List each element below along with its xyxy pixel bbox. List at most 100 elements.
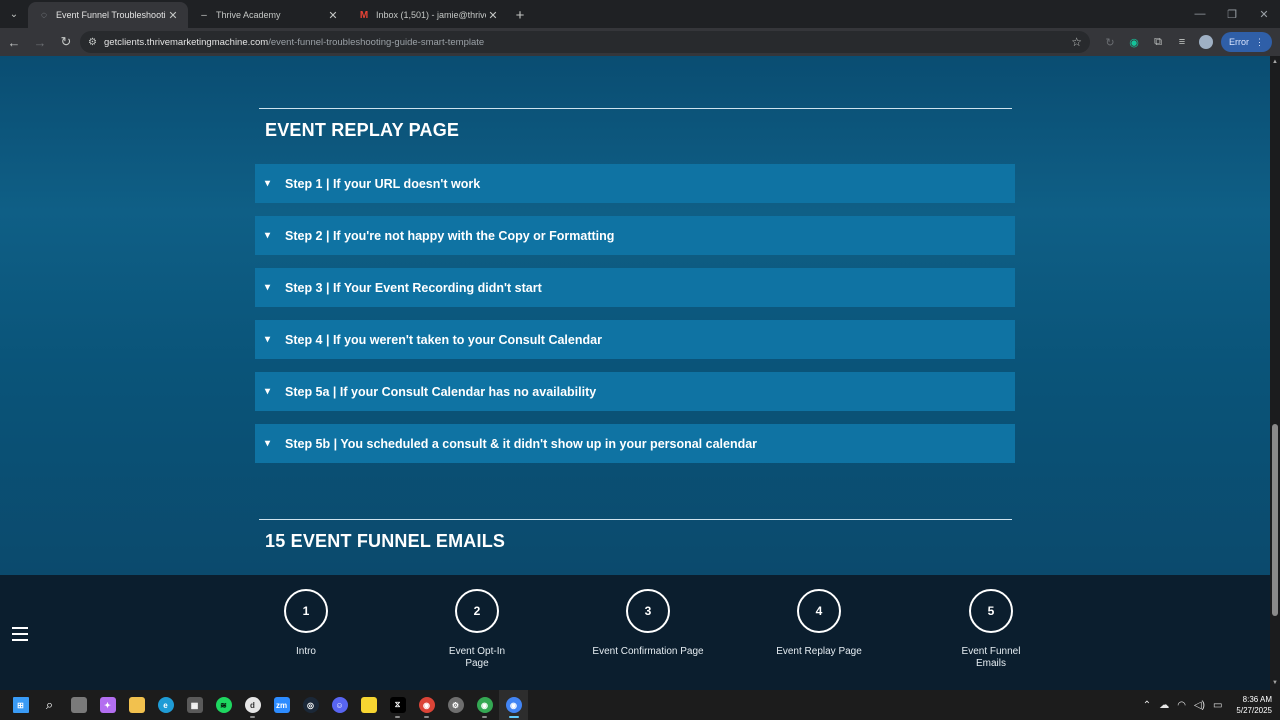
accordion-label: Step 1 | If your URL doesn't work	[285, 176, 481, 191]
wifi-icon[interactable]: ◠	[1177, 700, 1186, 711]
scroll-up-icon[interactable]: ▲	[1272, 59, 1278, 65]
accordion-label: Step 2 | If you're not happy with the Co…	[285, 228, 615, 243]
step-label: Event Confirmation Page	[592, 646, 704, 657]
chevron-down-icon: ▾	[265, 178, 271, 189]
back-icon[interactable]: ←	[2, 30, 26, 54]
discord-icon[interactable]: ☺	[325, 690, 354, 720]
chrome-icon[interactable]: ◉	[412, 690, 441, 720]
chevron-up-icon[interactable]: ⌃	[1143, 700, 1151, 711]
task-view-icon[interactable]	[64, 690, 93, 720]
dash-icon: –	[201, 9, 207, 21]
accordion-step-4[interactable]: ▾ Step 4 | If you weren't taken to your …	[255, 320, 1015, 359]
zoom-icon[interactable]: zm	[267, 690, 296, 720]
forward-icon[interactable]: →	[28, 30, 52, 54]
address-bar[interactable]: ⚙ getclients.thrivemarketingmachine.com/…	[80, 31, 1090, 53]
step-circle: 2	[455, 589, 499, 633]
scroll-down-icon[interactable]: ▼	[1272, 680, 1278, 686]
step-nav-confirmation[interactable]: 3 Event Confirmation Page	[578, 589, 718, 658]
page-scrollbar[interactable]: ▲ ▼	[1270, 56, 1280, 690]
accordion-label: Step 5b | You scheduled a consult & it d…	[285, 436, 758, 451]
reload-icon[interactable]: ↻	[54, 30, 78, 54]
chrome-active-icon[interactable]: ◉	[499, 690, 528, 720]
cloud-icon[interactable]: ☁	[1159, 700, 1169, 711]
grammarly-icon[interactable]: ◉	[1125, 31, 1143, 53]
hamburger-menu-icon[interactable]	[12, 627, 28, 645]
tab-search-icon[interactable]: ⌄	[0, 0, 28, 28]
step-label: Event Opt-In Page	[448, 646, 506, 669]
tab-title: Inbox (1,501) - jamie@thrive-a	[376, 10, 486, 20]
settings-icon[interactable]: ⚙	[441, 690, 470, 720]
menu-dots-icon: ⋮	[1255, 36, 1264, 47]
emails-section-title: 15 EVENT FUNNEL EMAILS	[265, 531, 506, 551]
tab-gmail-inbox[interactable]: M Inbox (1,501) - jamie@thrive-a ✕	[348, 2, 508, 28]
error-button[interactable]: Error ⋮	[1221, 32, 1272, 52]
chevron-down-icon: ▾	[265, 438, 271, 449]
chrome-profile-icon[interactable]: ◉	[470, 690, 499, 720]
clock-time: 8:36 AM	[1242, 695, 1272, 704]
url-text: getclients.thrivemarketingmachine.com/ev…	[104, 37, 484, 48]
window-controls: — ❐ ✕	[1184, 0, 1280, 28]
app-d-icon[interactable]: d	[238, 690, 267, 720]
accordion-step-5a[interactable]: ▾ Step 5a | If your Consult Calendar has…	[255, 372, 1015, 411]
step-navigation: 1 Intro 2 Event Opt-In Page 3 Event Conf…	[0, 575, 1270, 690]
chevron-down-icon: ▾	[265, 230, 271, 241]
step-circle: 1	[284, 589, 328, 633]
step-circle: 4	[797, 589, 841, 633]
search-icon[interactable]: ⌕	[35, 690, 64, 720]
chevron-down-icon: ▾	[265, 334, 271, 345]
bookmark-star-icon[interactable]: ☆	[1071, 35, 1082, 49]
tab-close-icon[interactable]: ✕	[166, 9, 180, 22]
windows-start-icon[interactable]: ⊞	[6, 690, 35, 720]
copilot-icon[interactable]: ✦	[93, 690, 122, 720]
section-divider	[259, 108, 1012, 109]
replay-section-title: EVENT REPLAY PAGE	[265, 120, 460, 140]
volume-icon[interactable]: ◁)	[1194, 700, 1205, 711]
accordion-label: Step 3 | If Your Event Recording didn't …	[285, 280, 542, 295]
store-icon[interactable]: ▦	[180, 690, 209, 720]
clock-date: 5/27/2025	[1236, 706, 1272, 715]
minimize-icon[interactable]: —	[1184, 0, 1216, 28]
edge-icon[interactable]: e	[151, 690, 180, 720]
clock[interactable]: 8:36 AM 5/27/2025	[1236, 694, 1272, 716]
tab-thrive-academy[interactable]: – Thrive Academy ✕	[188, 2, 348, 28]
gmail-icon: M	[359, 9, 369, 21]
spotify-icon[interactable]: ≋	[209, 690, 238, 720]
accordion-step-3[interactable]: ▾ Step 3 | If Your Event Recording didn'…	[255, 268, 1015, 307]
profile-avatar[interactable]	[1197, 31, 1215, 53]
site-info-icon[interactable]: ⚙	[88, 37, 104, 48]
accordion-step-5b[interactable]: ▾ Step 5b | You scheduled a consult & it…	[255, 424, 1015, 463]
file-explorer-icon[interactable]	[122, 690, 151, 720]
accordion-step-2[interactable]: ▾ Step 2 | If you're not happy with the …	[255, 216, 1015, 255]
section-divider	[259, 519, 1012, 520]
step-label: Intro	[295, 646, 316, 657]
chevron-down-icon: ▾	[265, 386, 271, 397]
windows-taskbar: ⊞ ⌕ ✦ e ▦ ≋ d zm ◎ ☺ ⧖ ◉ ⚙ ◉ ◉ ⌃ ☁ ◠ ◁) …	[0, 690, 1280, 720]
url-path: /event-funnel-troubleshooting-guide-smar…	[268, 36, 485, 48]
browser-toolbar: ← → ↻ ⚙ getclients.thrivemarketingmachin…	[0, 28, 1280, 56]
accordion-label: Step 4 | If you weren't taken to your Co…	[285, 332, 602, 347]
scroll-thumb[interactable]	[1272, 424, 1278, 616]
reading-list-icon[interactable]: ≡	[1173, 31, 1191, 53]
capcut-icon[interactable]: ⧖	[383, 690, 412, 720]
chevron-down-icon: ▾	[265, 282, 271, 293]
new-tab-button[interactable]: +	[508, 2, 532, 28]
url-domain: getclients.thrivemarketingmachine.com	[104, 36, 269, 48]
tab-title: Thrive Academy	[216, 10, 281, 20]
accordion-step-1[interactable]: ▾ Step 1 | If your URL doesn't work	[255, 164, 1015, 203]
step-label: Event Funnel Emails	[961, 646, 1021, 669]
extension-loading-icon[interactable]: ↻	[1101, 31, 1119, 53]
restore-icon[interactable]: ❐	[1216, 0, 1248, 28]
tab-close-icon[interactable]: ✕	[486, 9, 500, 22]
step-nav-emails[interactable]: 5 Event Funnel Emails	[921, 589, 1061, 670]
tab-event-funnel[interactable]: ◌ Event Funnel Troubleshooting G ✕	[28, 2, 188, 28]
step-nav-intro[interactable]: 1 Intro	[236, 589, 376, 658]
step-label: Event Replay Page	[776, 646, 862, 657]
close-window-icon[interactable]: ✕	[1248, 0, 1280, 28]
step-nav-opt-in[interactable]: 2 Event Opt-In Page	[407, 589, 547, 670]
step-nav-replay[interactable]: 4 Event Replay Page	[749, 589, 889, 658]
extensions-icon[interactable]: ⧉	[1149, 31, 1167, 53]
sticky-notes-icon[interactable]	[354, 690, 383, 720]
steam-icon[interactable]: ◎	[296, 690, 325, 720]
tab-close-icon[interactable]: ✕	[326, 9, 340, 22]
battery-icon[interactable]: ▭	[1213, 700, 1222, 711]
